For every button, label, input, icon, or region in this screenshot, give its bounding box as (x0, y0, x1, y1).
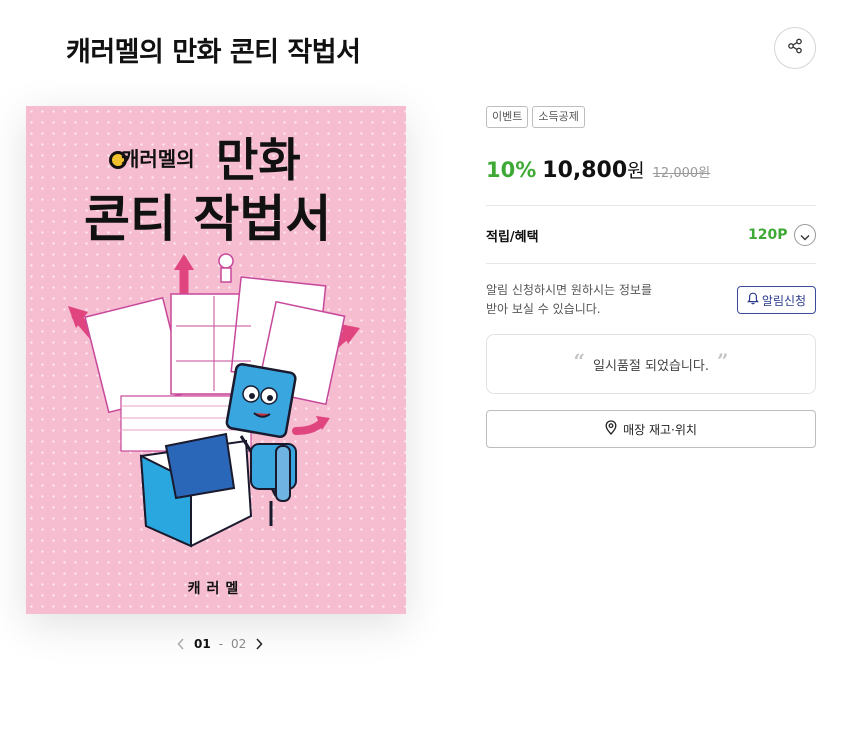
discount-rate: 10% (486, 158, 537, 182)
open-quote-icon: “ (573, 349, 586, 373)
store-stock-button[interactable]: 매장 재고·위치 (486, 410, 816, 448)
pager-total: 02 (231, 637, 247, 651)
next-arrow-icon[interactable] (254, 638, 264, 650)
notify-text-line1: 알림 신청하시면 원하시는 정보를 (486, 283, 653, 297)
soldout-message: 일시품절 되었습니다. (593, 358, 709, 374)
divider (486, 205, 816, 206)
product-title: 캐러멜의 만화 콘티 작법서 (66, 37, 361, 68)
location-pin-icon (605, 420, 617, 438)
notify-description: 알림 신청하시면 원하시는 정보를 받아 보실 수 있습니다. (486, 281, 686, 319)
soldout-notice: “ 일시품절 되었습니다. ” (486, 334, 816, 394)
pager-separator: - (218, 637, 224, 651)
cover-author: 캐러멜 (187, 581, 245, 597)
product-tags: 이벤트 소득공제 (486, 106, 585, 128)
points-label: 적립/혜택 (486, 230, 539, 245)
store-stock-label: 매장 재고·위치 (623, 422, 697, 437)
prev-arrow-icon[interactable] (176, 638, 186, 650)
currency-unit: 원 (627, 160, 645, 182)
bell-icon (747, 292, 759, 308)
tag-tax-deduction: 소득공제 (532, 106, 585, 128)
price-row: 10% 10,800원 12,000원 (486, 156, 710, 183)
image-pager: 01 - 02 (176, 636, 266, 652)
points-value: 120P (748, 227, 788, 243)
sale-price: 10,800원 (542, 156, 644, 183)
close-quote-icon: ” (716, 349, 729, 373)
cover-title-line2: 콘티 작법서 (84, 190, 331, 248)
tag-event: 이벤트 (486, 106, 529, 128)
notify-button[interactable]: 알림신청 (737, 286, 816, 314)
pager-current: 01 (194, 637, 211, 651)
notify-button-label: 알림신청 (761, 293, 807, 308)
share-button[interactable] (774, 27, 816, 69)
original-price: 12,000원 (652, 166, 711, 181)
points-expand-button[interactable] (794, 224, 816, 246)
book-cover[interactable]: 캐러멜의 만화 콘티 작법서 캐러멜 (26, 106, 406, 614)
chevron-down-icon (800, 226, 810, 245)
notify-text-line2: 받아 보실 수 있습니다. (486, 302, 601, 316)
share-icon (787, 38, 803, 58)
book-cover-illustration: 캐러멜의 만화 콘티 작법서 캐러멜 (26, 106, 406, 614)
cover-title-line1: 만화 (216, 133, 301, 187)
cover-series-label: 캐러멜의 (121, 147, 195, 171)
sale-price-value: 10,800 (542, 158, 628, 183)
divider (486, 263, 816, 264)
